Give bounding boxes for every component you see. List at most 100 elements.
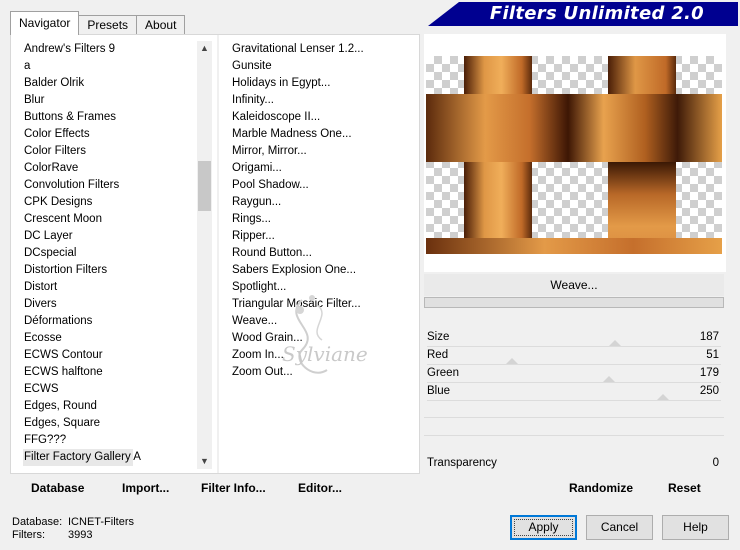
category-item[interactable]: FFG??? bbox=[23, 432, 203, 449]
current-filter-name: Weave... bbox=[424, 274, 724, 296]
category-item[interactable]: Edges, Round bbox=[23, 398, 203, 415]
app-title: Filters Unlimited 2.0 bbox=[489, 3, 704, 24]
category-item[interactable]: Distortion Filters bbox=[23, 262, 203, 279]
filter-list[interactable]: Gravitational Lenser 1.2... Gunsite Holida… bbox=[231, 41, 411, 381]
filter-item[interactable]: Pool Shadow... bbox=[231, 177, 411, 194]
param-green[interactable]: Green 179 bbox=[427, 365, 721, 383]
category-item[interactable]: Edges, Square bbox=[23, 415, 203, 432]
help-button[interactable]: Help bbox=[662, 515, 729, 540]
weave-strand bbox=[426, 94, 722, 162]
scroll-down-icon[interactable]: ▼ bbox=[197, 454, 212, 469]
category-list[interactable]: Andrew's Filters 9 a Balder Olrik Blur Butto… bbox=[23, 41, 203, 466]
status-filters-value: 3993 bbox=[68, 529, 93, 541]
category-item[interactable]: Distort bbox=[23, 279, 203, 296]
category-item[interactable]: Color Effects bbox=[23, 126, 203, 143]
param-blue-label: Blue bbox=[427, 385, 451, 397]
category-item[interactable]: Buttons & Frames bbox=[23, 109, 203, 126]
category-item[interactable]: Ecosse bbox=[23, 330, 203, 347]
filter-item[interactable]: Round Button... bbox=[231, 245, 411, 262]
category-item[interactable]: Color Filters bbox=[23, 143, 203, 160]
tab-about[interactable]: About bbox=[136, 15, 186, 35]
param-green-label: Green bbox=[427, 367, 459, 379]
category-item[interactable]: ECWS bbox=[23, 381, 203, 398]
param-size[interactable]: Size 187 bbox=[427, 329, 721, 347]
filter-item[interactable]: Zoom In... bbox=[231, 347, 411, 364]
tab-bar: Navigator Presets About bbox=[10, 11, 186, 35]
param-blue[interactable]: Blue 250 bbox=[427, 383, 721, 401]
param-transparency-label: Transparency bbox=[427, 457, 497, 469]
category-item[interactable]: DCspecial bbox=[23, 245, 203, 262]
preview-area bbox=[424, 34, 726, 272]
scroll-up-icon[interactable]: ▲ bbox=[197, 41, 212, 56]
apply-button[interactable]: Apply bbox=[510, 515, 577, 540]
filter-item[interactable]: Spotlight... bbox=[231, 279, 411, 296]
database-button[interactable]: Database bbox=[31, 481, 84, 495]
category-item[interactable]: Déformations bbox=[23, 313, 203, 330]
param-green-slider[interactable] bbox=[603, 376, 615, 382]
filter-item[interactable]: Gravitational Lenser 1.2... bbox=[231, 41, 411, 58]
scrollbar-thumb[interactable] bbox=[198, 161, 211, 211]
category-item[interactable]: CPK Designs bbox=[23, 194, 203, 211]
category-item[interactable]: Blur bbox=[23, 92, 203, 109]
param-blue-slider[interactable] bbox=[657, 394, 669, 400]
filter-item[interactable]: Gunsite bbox=[231, 58, 411, 75]
category-item[interactable]: ECWS halftone bbox=[23, 364, 203, 381]
filter-item[interactable]: Origami... bbox=[231, 160, 411, 177]
navigator-panel: Andrew's Filters 9 a Balder Olrik Blur Butto… bbox=[10, 34, 420, 474]
param-red-label: Red bbox=[427, 349, 449, 361]
cancel-button[interactable]: Cancel bbox=[586, 515, 653, 540]
import-button[interactable]: Import... bbox=[122, 481, 169, 495]
category-item[interactable]: ECWS Contour bbox=[23, 347, 203, 364]
progress-bar bbox=[424, 297, 724, 308]
preview-image bbox=[426, 56, 722, 254]
filter-item[interactable]: Raygun... bbox=[231, 194, 411, 211]
category-item[interactable]: a bbox=[23, 58, 203, 75]
filter-item[interactable]: Mirror, Mirror... bbox=[231, 143, 411, 160]
param-size-label: Size bbox=[427, 331, 450, 343]
category-item[interactable]: Crescent Moon bbox=[23, 211, 203, 228]
tab-presets[interactable]: Presets bbox=[78, 15, 138, 35]
filter-item[interactable]: Holidays in Egypt... bbox=[231, 75, 411, 92]
tab-navigator[interactable]: Navigator bbox=[10, 11, 80, 35]
parameter-panel: Size 187 Red 51 Green 179 Blue 250 Trans… bbox=[424, 327, 724, 497]
param-transparency[interactable]: Transparency 0 bbox=[427, 455, 721, 473]
category-item[interactable]: ColorRave bbox=[23, 160, 203, 177]
filter-item[interactable]: Zoom Out... bbox=[231, 364, 411, 381]
param-green-value: 179 bbox=[699, 367, 719, 379]
filter-item[interactable]: Rings... bbox=[231, 211, 411, 228]
filter-item[interactable]: Sabers Explosion One... bbox=[231, 262, 411, 279]
category-item[interactable]: DC Layer bbox=[23, 228, 203, 245]
param-size-value: 187 bbox=[699, 331, 719, 343]
filter-item[interactable]: Weave... bbox=[231, 313, 411, 330]
param-blue-value: 250 bbox=[699, 385, 719, 397]
filter-item[interactable]: Triangular Mosaic Filter... bbox=[231, 296, 411, 313]
filter-item[interactable]: Ripper... bbox=[231, 228, 411, 245]
filter-item[interactable]: Kaleidoscope II... bbox=[231, 109, 411, 126]
param-red-slider[interactable] bbox=[506, 358, 518, 364]
filter-item[interactable]: Marble Madness One... bbox=[231, 126, 411, 143]
param-size-slider[interactable] bbox=[609, 340, 621, 346]
category-item[interactable]: Filter Factory Gallery A bbox=[23, 449, 141, 466]
param-blue-track bbox=[427, 400, 721, 401]
category-item[interactable]: Andrew's Filters 9 bbox=[23, 41, 203, 58]
editor-button[interactable]: Editor... bbox=[298, 481, 342, 495]
status-database-value: ICNET-Filters bbox=[68, 516, 134, 528]
param-red[interactable]: Red 51 bbox=[427, 347, 721, 365]
category-scrollbar[interactable]: ▲ ▼ bbox=[197, 41, 212, 469]
status-area: Database: ICNET-Filters Filters: 3993 bbox=[12, 516, 134, 542]
category-item[interactable]: Divers bbox=[23, 296, 203, 313]
filter-item[interactable]: Infinity... bbox=[231, 92, 411, 109]
weave-strand bbox=[608, 56, 676, 94]
param-red-value: 51 bbox=[706, 349, 719, 361]
category-item[interactable]: Balder Olrik bbox=[23, 75, 203, 92]
filter-info-button[interactable]: Filter Info... bbox=[201, 481, 266, 495]
status-database-label: Database: bbox=[12, 516, 63, 528]
list-divider bbox=[217, 35, 219, 473]
weave-strand bbox=[426, 238, 722, 254]
category-item[interactable]: Convolution Filters bbox=[23, 177, 203, 194]
filter-item[interactable]: Wood Grain... bbox=[231, 330, 411, 347]
randomize-button[interactable]: Randomize bbox=[569, 481, 633, 495]
param-transparency-value: 0 bbox=[712, 457, 719, 469]
param-separator bbox=[424, 417, 724, 418]
reset-button[interactable]: Reset bbox=[668, 481, 701, 495]
